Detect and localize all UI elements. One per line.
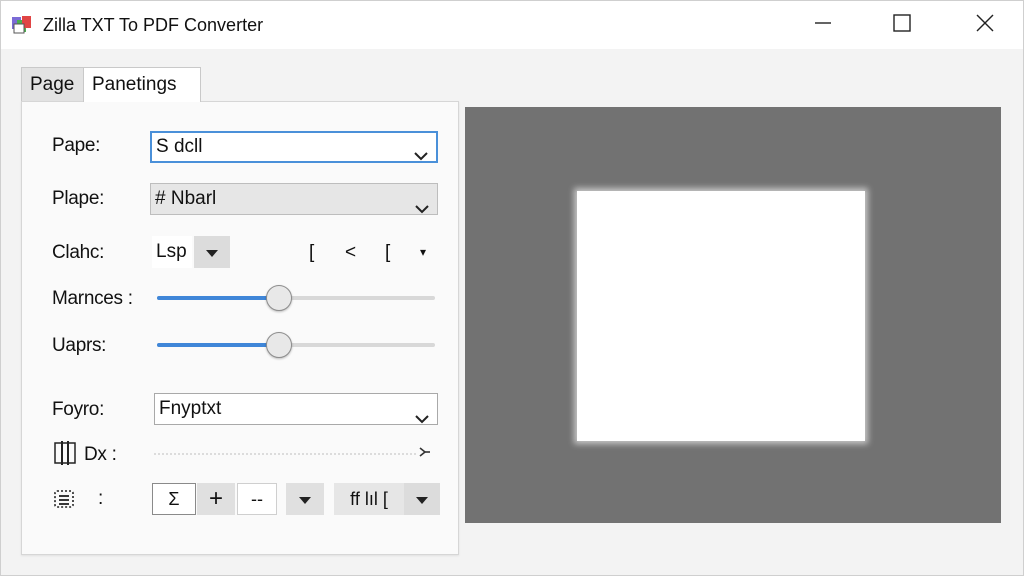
sigma-field[interactable]: Σ	[152, 483, 196, 515]
app-window: Zilla TXT To PDF Converter Page Paneting…	[0, 0, 1024, 576]
page-preview-area	[465, 107, 1001, 523]
chevron-double-icon[interactable]	[418, 445, 432, 464]
maximize-icon	[893, 13, 911, 37]
uaprs-slider-fill	[157, 343, 280, 347]
paper-select-value: S dcll	[156, 136, 203, 157]
chevron-down-icon	[415, 404, 429, 424]
foyro-select-value: Fnyptxt	[159, 398, 222, 419]
caret-down-icon	[298, 489, 312, 510]
plape-label: Plape:	[52, 188, 105, 209]
paper-select[interactable]: S dcll	[150, 131, 438, 163]
decrement-button[interactable]: --	[237, 483, 277, 515]
dx-dotted-divider	[154, 453, 416, 455]
plape-select-value: # Nbarl	[155, 188, 217, 209]
uaprs-slider-thumb[interactable]	[266, 332, 293, 358]
marnces-slider-fill	[157, 296, 280, 300]
clahe-label: Clahc:	[52, 242, 105, 263]
foyro-select[interactable]: Fnyptxt	[154, 393, 438, 425]
sigma-field-value: Σ	[168, 488, 180, 509]
minimize-icon	[814, 14, 832, 37]
arrow-left-symbol[interactable]: <	[345, 242, 356, 264]
marnces-label: Marnces :	[52, 288, 133, 309]
align-right-symbol[interactable]: [	[385, 242, 390, 264]
column-layout-icon	[52, 440, 78, 471]
close-icon	[976, 14, 994, 37]
plape-select[interactable]: # Nbarl	[150, 183, 438, 215]
foyro-label: Foyro:	[52, 399, 105, 420]
title-bar: Zilla TXT To PDF Converter	[1, 1, 1023, 49]
maximize-button[interactable]	[872, 1, 932, 49]
plus-label: +	[208, 485, 223, 512]
clahe-value: Lsp	[156, 241, 187, 262]
font-style-field[interactable]: ff lıl [	[334, 483, 404, 515]
window-title: Zilla TXT To PDF Converter	[43, 15, 264, 35]
chevron-down-icon	[414, 142, 428, 161]
close-button[interactable]	[955, 1, 1015, 49]
clahe-value-field[interactable]: Lsp	[152, 236, 192, 268]
minus-label: --	[251, 488, 263, 509]
tab-panetings[interactable]: Panetings	[83, 67, 201, 102]
uaprs-label: Uaprs:	[52, 335, 107, 356]
caret-down-icon	[415, 489, 429, 510]
settings-panel: Pape: S dcll Plape: # Nbarl Clahc: Lsp […	[21, 101, 459, 555]
small-caret-symbol[interactable]: ▾	[420, 245, 426, 259]
list-settings-icon	[52, 487, 76, 516]
pdf-app-icon	[11, 15, 33, 35]
minimize-button[interactable]	[793, 1, 853, 49]
chevron-down-icon	[415, 194, 429, 214]
paper-label: Pape:	[52, 135, 101, 156]
font-style-value: ff lıl [	[350, 488, 388, 509]
font-style-dropdown-button[interactable]	[404, 483, 440, 515]
align-left-symbol[interactable]: [	[309, 242, 314, 264]
uaprs-slider[interactable]	[157, 332, 435, 358]
step-dropdown-button[interactable]	[286, 483, 324, 515]
bottom-row-label: :	[98, 488, 103, 509]
dx-label: Dx :	[84, 444, 117, 465]
marnces-slider[interactable]	[157, 285, 435, 311]
increment-button[interactable]: +	[197, 483, 235, 515]
caret-down-icon	[205, 242, 219, 263]
clahe-dropdown-button[interactable]	[194, 236, 230, 268]
marnces-slider-thumb[interactable]	[266, 285, 293, 311]
preview-page-sheet	[577, 191, 865, 441]
